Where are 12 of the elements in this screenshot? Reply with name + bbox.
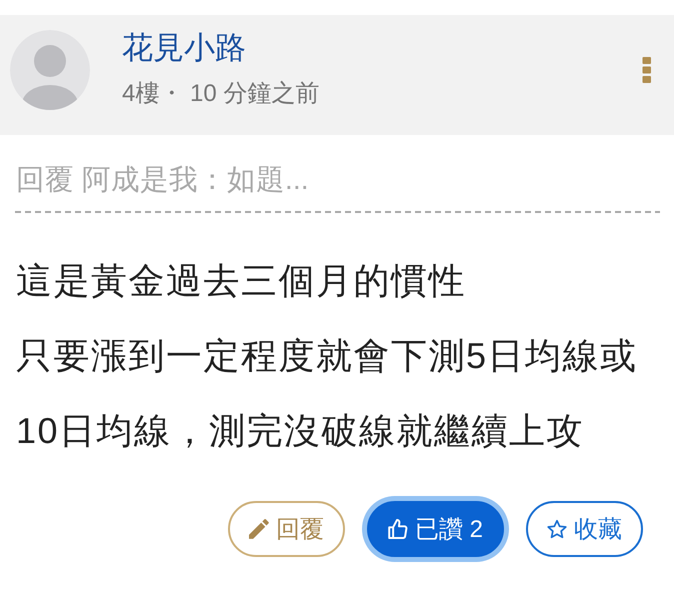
- avatar-icon: [10, 30, 90, 110]
- post-paragraph: 這是黃金過去三個月的慣性: [16, 259, 467, 303]
- favorite-button[interactable]: 收藏: [526, 501, 643, 557]
- reply-button[interactable]: 回覆: [228, 501, 345, 557]
- thumbs-up-icon: [388, 519, 408, 539]
- quoted-reply-text: 回覆 阿成是我：如題...: [16, 163, 309, 198]
- more-options-icon[interactable]: [642, 57, 652, 83]
- author-name[interactable]: 花見小路: [122, 30, 246, 66]
- pencil-icon: [248, 519, 269, 539]
- post-paragraph: 只要漲到一定程度就會下測5日均線或10日均線，測完沒破線就繼續上攻: [16, 334, 639, 453]
- post-meta: 4樓・ 10 分鐘之前: [122, 79, 320, 109]
- star-icon: [547, 519, 567, 539]
